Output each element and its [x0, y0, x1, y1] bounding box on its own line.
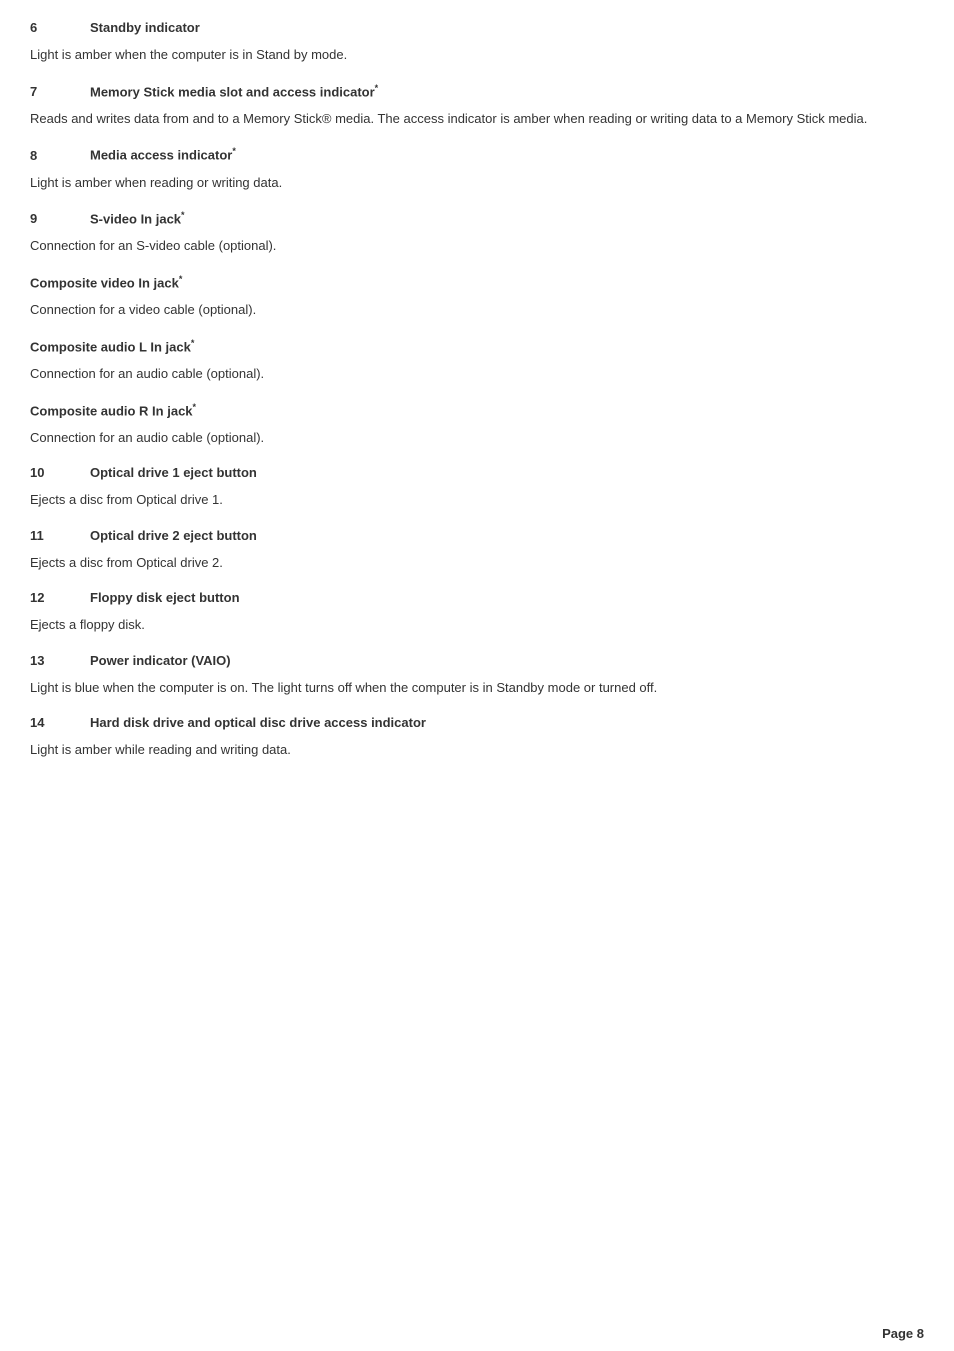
section-14: 14Hard disk drive and optical disc drive… — [30, 715, 924, 760]
section-number-7: 7 — [30, 84, 90, 99]
section-body-9: Connection for an S-video cable (optiona… — [30, 236, 924, 256]
section-header-composite-video: Composite video In jack* — [30, 274, 924, 290]
section-9: 9S-video In jack* Connection for an S-vid… — [30, 210, 924, 256]
section-11: 11Optical drive 2 eject button Ejects a d… — [30, 528, 924, 573]
section-header-11: 11Optical drive 2 eject button — [30, 528, 924, 543]
section-13: 13Power indicator (VAIO) Light is blue wh… — [30, 653, 924, 698]
section-header-14: 14Hard disk drive and optical disc drive… — [30, 715, 924, 730]
section-header-6: 6Standby indicator — [30, 20, 924, 35]
section-body-11: Ejects a disc from Optical drive 2. — [30, 553, 924, 573]
section-8: 8Media access indicator* Light is amber w… — [30, 146, 924, 192]
section-header-7: 7Memory Stick media slot and access indi… — [30, 83, 924, 99]
page-number: Page 8 — [882, 1326, 924, 1341]
section-title-11: Optical drive 2 eject button — [90, 528, 257, 543]
section-header-9: 9S-video In jack* — [30, 210, 924, 226]
section-body-composite-audio-l: Connection for an audio cable (optional)… — [30, 364, 924, 384]
section-title-10: Optical drive 1 eject button — [90, 465, 257, 480]
section-title-6: Standby indicator — [90, 20, 200, 35]
section-7: 7Memory Stick media slot and access indi… — [30, 83, 924, 129]
section-body-7: Reads and writes data from and to a Memo… — [30, 109, 924, 129]
section-header-composite-audio-l: Composite audio L In jack* — [30, 338, 924, 354]
section-number-11: 11 — [30, 528, 90, 543]
section-number-10: 10 — [30, 465, 90, 480]
section-header-12: 12Floppy disk eject button — [30, 590, 924, 605]
section-header-8: 8Media access indicator* — [30, 146, 924, 162]
sections-container: 6Standby indicator Light is amber when th… — [30, 20, 924, 760]
section-number-6: 6 — [30, 20, 90, 35]
section-header-composite-audio-r: Composite audio R In jack* — [30, 402, 924, 418]
section-composite-audio-l: Composite audio L In jack* Connection for… — [30, 338, 924, 384]
section-body-14: Light is amber while reading and writing… — [30, 740, 924, 760]
section-body-composite-video: Connection for a video cable (optional). — [30, 300, 924, 320]
section-body-10: Ejects a disc from Optical drive 1. — [30, 490, 924, 510]
section-composite-audio-r: Composite audio R In jack* Connection for… — [30, 402, 924, 448]
section-number-13: 13 — [30, 653, 90, 668]
section-header-13: 13Power indicator (VAIO) — [30, 653, 924, 668]
section-title-12: Floppy disk eject button — [90, 590, 240, 605]
section-number-9: 9 — [30, 211, 90, 226]
section-title-9: S-video In jack* — [90, 210, 185, 226]
section-header-10: 10Optical drive 1 eject button — [30, 465, 924, 480]
section-number-12: 12 — [30, 590, 90, 605]
section-title-7: Memory Stick media slot and access indic… — [90, 83, 378, 99]
section-body-8: Light is amber when reading or writing d… — [30, 173, 924, 193]
section-12: 12Floppy disk eject button Ejects a flopp… — [30, 590, 924, 635]
section-title-13: Power indicator (VAIO) — [90, 653, 231, 668]
page-footer: Page 8 — [882, 1326, 924, 1341]
section-composite-video: Composite video In jack* Connection for a… — [30, 274, 924, 320]
section-body-6: Light is amber when the computer is in S… — [30, 45, 924, 65]
section-title-8: Media access indicator* — [90, 146, 236, 162]
section-body-12: Ejects a floppy disk. — [30, 615, 924, 635]
section-body-13: Light is blue when the computer is on. T… — [30, 678, 924, 698]
section-number-8: 8 — [30, 148, 90, 163]
section-10: 10Optical drive 1 eject button Ejects a d… — [30, 465, 924, 510]
section-number-14: 14 — [30, 715, 90, 730]
section-6: 6Standby indicator Light is amber when th… — [30, 20, 924, 65]
page-content: 6Standby indicator Light is amber when th… — [0, 0, 954, 818]
section-title-14: Hard disk drive and optical disc drive a… — [90, 715, 426, 730]
section-body-composite-audio-r: Connection for an audio cable (optional)… — [30, 428, 924, 448]
